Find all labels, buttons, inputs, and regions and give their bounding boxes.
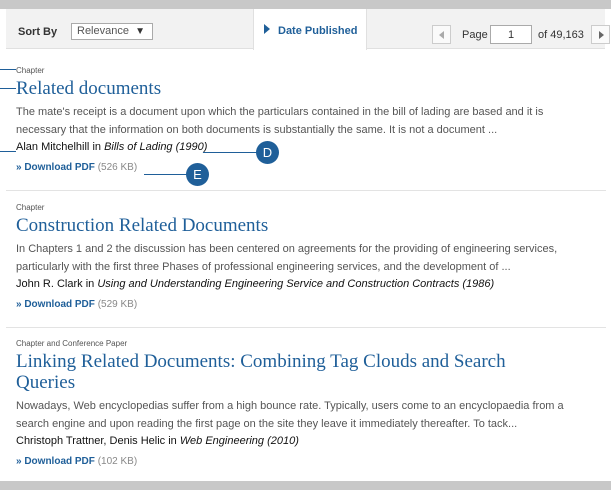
result-title-link[interactable]: Construction Related Documents: [16, 215, 596, 236]
callout-badge-e: E: [186, 163, 209, 186]
content-type: Chapter: [16, 66, 45, 75]
chevron-left-icon: [439, 31, 444, 39]
author-link[interactable]: John R. Clark: [16, 278, 83, 290]
callout-line: [144, 174, 188, 175]
result-item: Chapter Related documents The mate's rec…: [16, 66, 596, 175]
callout-line: [203, 152, 258, 153]
download-row: » Download PDF (102 KB): [16, 455, 596, 469]
next-page-button[interactable]: [591, 25, 610, 44]
page-number-input[interactable]: [490, 25, 532, 44]
callout-badge-d: D: [256, 141, 279, 164]
result-authors: Christoph Trattner, Denis Helic in Web E…: [16, 433, 596, 449]
author-link[interactable]: Christoph Trattner, Denis Helic: [16, 435, 165, 447]
result-snippet-line: Nowadays, Web encyclopedias suffer from …: [16, 400, 564, 412]
source-link[interactable]: Web Engineering (2010): [180, 435, 299, 447]
result-divider: [6, 190, 606, 191]
date-published-label: Date Published: [278, 25, 358, 37]
callout-line: [0, 69, 16, 70]
source-link[interactable]: Using and Understanding Engineering Serv…: [97, 278, 494, 290]
page-label: Page: [462, 29, 488, 41]
source-link[interactable]: Bills of Lading (1990): [104, 141, 207, 153]
result-snippet-line: search engine and upon reading the first…: [16, 418, 518, 430]
chevron-right-icon: [599, 31, 604, 39]
in-word: in: [168, 435, 177, 447]
result-title-link[interactable]: Related documents: [16, 78, 596, 99]
result-title-line: Queries: [16, 372, 76, 393]
sort-by-label: Sort By: [18, 26, 58, 38]
bottom-band: [0, 481, 611, 490]
result-item: Chapter Construction Related Documents I…: [16, 203, 596, 312]
download-pdf-link[interactable]: » Download PDF: [16, 162, 95, 173]
result-snippet-line: The mate's receipt is a document upon wh…: [16, 106, 544, 118]
callout-line: [0, 88, 16, 89]
file-size: (529 KB): [97, 299, 138, 310]
callout-line: [0, 151, 16, 152]
content-type: Chapter: [16, 203, 45, 212]
download-pdf-link[interactable]: » Download PDF: [16, 299, 95, 310]
sort-select-value: Relevance: [77, 25, 129, 37]
in-word: in: [85, 278, 95, 290]
result-authors: John R. Clark in Using and Understanding…: [16, 276, 596, 292]
in-word: in: [92, 141, 101, 153]
date-published-tab[interactable]: Date Published: [253, 9, 367, 50]
result-divider: [6, 327, 606, 328]
download-row: » Download PDF (526 KB): [16, 161, 596, 175]
result-authors: Alan Mitchelhill in Bills of Lading (199…: [16, 139, 596, 155]
result-title-line: Linking Related Documents: Combining Tag…: [16, 351, 506, 372]
page-total: of 49,163: [538, 29, 584, 41]
result-snippet-line: necessary that the information on both d…: [16, 124, 498, 136]
prev-page-button[interactable]: [432, 25, 451, 44]
sort-select[interactable]: Relevance ▼: [71, 23, 153, 40]
dropdown-arrow-icon: ▼: [135, 26, 145, 37]
top-band: [0, 0, 611, 9]
author-link[interactable]: Alan Mitchelhill: [16, 141, 89, 153]
content-type: Chapter and Conference Paper: [16, 339, 128, 348]
result-title-link[interactable]: Linking Related Documents: Combining Tag…: [16, 351, 596, 393]
result-snippet-line: particularly with the first three Phases…: [16, 261, 511, 273]
result-snippet-line: In Chapters 1 and 2 the discussion has b…: [16, 243, 558, 255]
file-size: (526 KB): [97, 162, 138, 173]
result-item: Chapter and Conference Paper Linking Rel…: [16, 339, 596, 469]
file-size: (102 KB): [97, 456, 138, 467]
download-pdf-link[interactable]: » Download PDF: [16, 456, 95, 467]
play-arrow-icon: [264, 24, 270, 34]
download-row: » Download PDF (529 KB): [16, 298, 596, 312]
